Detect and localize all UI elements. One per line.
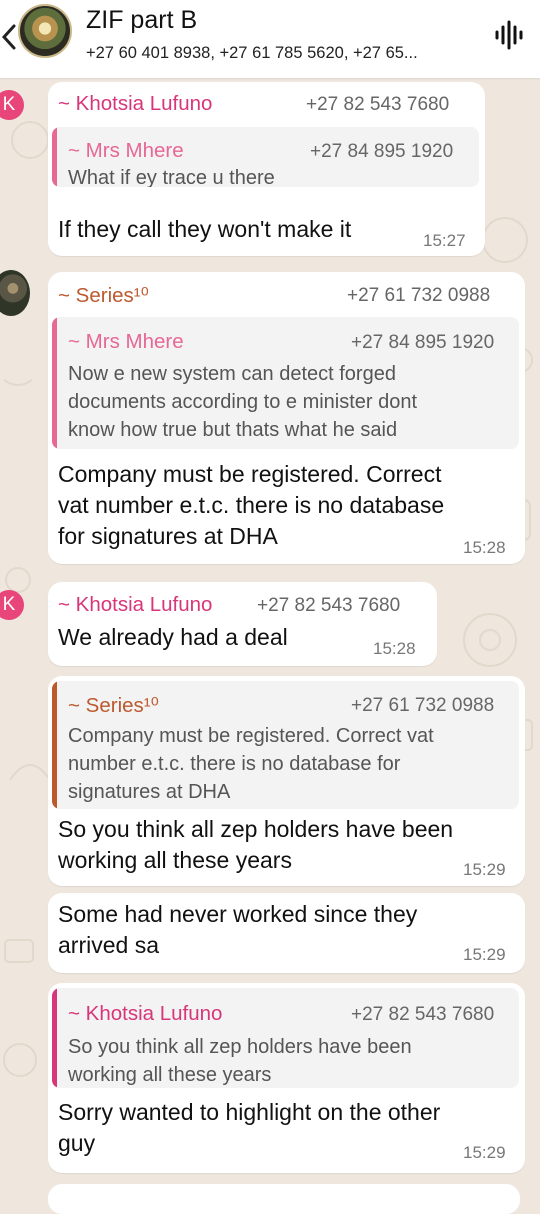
message-time: 15:29 xyxy=(463,1143,506,1162)
quoted-sender: ~ Mrs Mhere xyxy=(68,330,184,353)
quote-bar xyxy=(52,317,57,449)
message-text-line: guy xyxy=(58,1130,96,1156)
message-bubble-partial[interactable] xyxy=(48,1184,520,1214)
quoted-phone: +27 61 732 0988 xyxy=(351,695,495,716)
message-bubble[interactable]: ~ Khotsia Lufuno +27 82 543 7680 ~ Mrs M… xyxy=(48,82,485,256)
quoted-text-line: Now e new system can detect forged xyxy=(68,363,396,385)
sender-phone: +27 82 543 7680 xyxy=(257,595,401,616)
sender-name[interactable]: ~ Series¹⁰ xyxy=(58,283,149,308)
quoted-text-line: So you think all zep holders have been xyxy=(68,1036,412,1058)
message-time: 15:27 xyxy=(423,231,466,250)
message-text-line: for signatures at DHA xyxy=(58,523,278,549)
message-time: 15:29 xyxy=(463,945,506,964)
message-bubble[interactable]: ~ Series¹⁰ +27 61 732 0988 Company must … xyxy=(48,676,525,886)
message-bubble[interactable]: ~ Khotsia Lufuno +27 82 543 7680 We alre… xyxy=(48,582,437,666)
quoted-sender: ~ Khotsia Lufuno xyxy=(68,1002,223,1025)
quoted-sender: ~ Mrs Mhere xyxy=(68,139,184,162)
message-time: 15:28 xyxy=(463,538,506,557)
message-text-line: working all these years xyxy=(58,847,292,873)
message-time: 15:28 xyxy=(373,639,416,658)
chat-header: ZIF part B +27 60 401 8938, +27 61 785 5… xyxy=(0,0,540,78)
quoted-text-line: working all these years xyxy=(68,1064,272,1086)
sender-name[interactable]: ~ Khotsia Lufuno xyxy=(58,593,212,617)
quoted-message[interactable]: ~ Khotsia Lufuno +27 82 543 7680 So you … xyxy=(52,988,519,1088)
quoted-text: What if ey trace u there xyxy=(68,167,275,187)
quoted-text-line: number e.t.c. there is no database for xyxy=(68,753,401,775)
quoted-message[interactable]: ~ Series¹⁰ +27 61 732 0988 Company must … xyxy=(52,681,519,809)
quoted-phone: +27 82 543 7680 xyxy=(351,1004,495,1025)
quoted-phone: +27 84 895 1920 xyxy=(351,332,495,353)
quoted-sender: ~ Series¹⁰ xyxy=(68,694,159,717)
sender-name[interactable]: ~ Khotsia Lufuno xyxy=(58,92,212,116)
quoted-phone: +27 84 895 1920 xyxy=(310,141,454,162)
message-bubble[interactable]: Some had never worked since they arrived… xyxy=(48,893,525,973)
quoted-message[interactable]: ~ Mrs Mhere +27 84 895 1920 What if ey t… xyxy=(52,127,479,187)
quote-bar xyxy=(52,988,57,1088)
message-text-line: Sorry wanted to highlight on the other xyxy=(58,1099,441,1125)
message-text: If they call they won't make it xyxy=(58,216,352,242)
quoted-text-line: Company must be registered. Correct vat xyxy=(68,725,434,747)
quoted-text-line: signatures at DHA xyxy=(68,781,231,803)
message-bubble[interactable]: ~ Khotsia Lufuno +27 82 543 7680 So you … xyxy=(48,983,525,1173)
message-time: 15:29 xyxy=(463,860,506,879)
group-title[interactable]: ZIF part B xyxy=(86,6,197,35)
message-text-line: arrived sa xyxy=(58,932,159,958)
voice-chat-icon[interactable] xyxy=(494,20,524,50)
quote-bar xyxy=(52,127,57,187)
quoted-message[interactable]: ~ Mrs Mhere +27 84 895 1920 Now e new sy… xyxy=(52,317,519,449)
message-text: We already had a deal xyxy=(58,624,288,650)
message-text-line: Company must be registered. Correct xyxy=(58,461,442,487)
message-text-line: vat number e.t.c. there is no database xyxy=(58,492,445,518)
message-bubble[interactable]: ~ Series¹⁰ +27 61 732 0988 ~ Mrs Mhere +… xyxy=(48,272,525,564)
quoted-text-line: documents according to e minister dont xyxy=(68,391,418,413)
sender-phone: +27 61 732 0988 xyxy=(347,285,491,306)
quoted-text-line: know how true but thats what he said xyxy=(68,419,398,441)
message-text-line: Some had never worked since they xyxy=(58,901,418,927)
quote-bar xyxy=(52,681,57,809)
group-participants[interactable]: +27 60 401 8938, +27 61 785 5620, +27 65… xyxy=(86,44,466,63)
group-avatar[interactable] xyxy=(18,4,72,58)
message-text-line: So you think all zep holders have been xyxy=(58,816,454,842)
sender-phone: +27 82 543 7680 xyxy=(306,94,450,115)
